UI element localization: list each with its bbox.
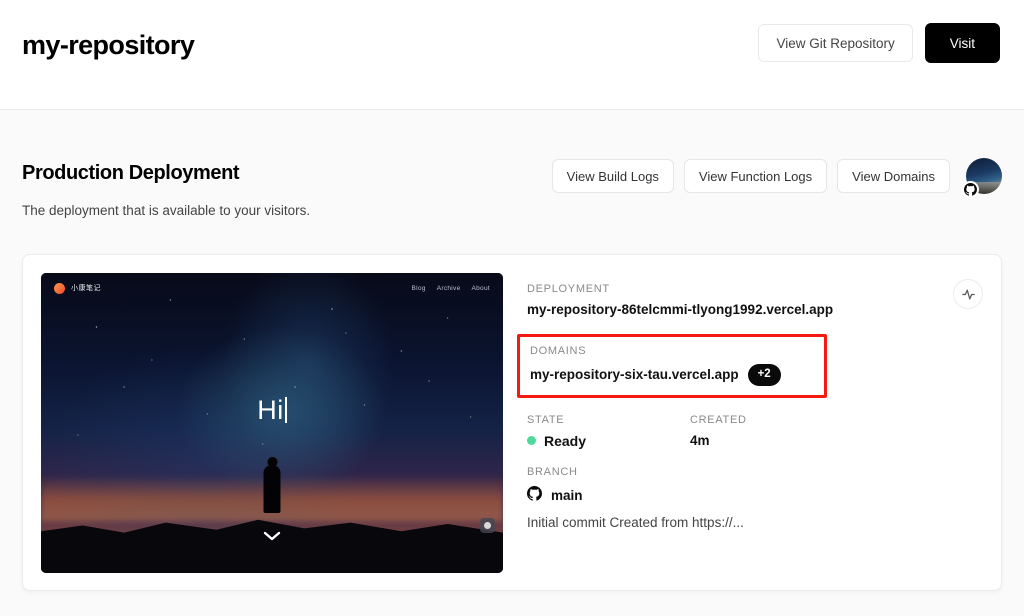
domains-label: DOMAINS bbox=[530, 345, 587, 357]
view-git-repository-button[interactable]: View Git Repository bbox=[758, 24, 913, 62]
deployment-label: DEPLOYMENT bbox=[527, 283, 610, 295]
deployment-preview-thumbnail[interactable]: 小康笔记 Blog Archive About Hi bbox=[41, 273, 503, 573]
preview-nav-link-about: About bbox=[471, 284, 490, 292]
status-badge: Ready bbox=[544, 432, 587, 449]
deployment-url[interactable]: my-repository-86telcmmi-tlyong1992.verce… bbox=[527, 302, 983, 317]
commit-message: Initial commit Created from https://... bbox=[527, 514, 744, 530]
preview-logo-icon bbox=[54, 282, 65, 294]
created-value: 4m bbox=[690, 432, 710, 448]
avatar[interactable] bbox=[962, 158, 1002, 198]
page-header: my-repository View Git Repository Visit bbox=[0, 0, 1024, 110]
github-icon bbox=[962, 181, 979, 198]
preview-typing-caret bbox=[284, 397, 287, 423]
preview-nav-link-blog: Blog bbox=[411, 284, 426, 292]
preview-site-nav: 小康笔记 Blog Archive About bbox=[41, 273, 503, 303]
created-field: CREATED 4m bbox=[690, 414, 747, 449]
section-subtitle: The deployment that is available to your… bbox=[22, 203, 311, 218]
preview-logo-text: 小康笔记 bbox=[71, 285, 101, 292]
branch-row: main bbox=[527, 485, 983, 506]
domain-primary[interactable]: my-repository-six-tau.vercel.app bbox=[530, 367, 739, 382]
deployment-details: DEPLOYMENT my-repository-86telcmmi-tlyon… bbox=[517, 273, 983, 572]
branch-name[interactable]: main bbox=[551, 488, 583, 503]
github-icon bbox=[527, 485, 542, 506]
section-actions: View Build Logs View Function Logs View … bbox=[551, 158, 1002, 198]
preview-nav-links: Blog Archive About bbox=[412, 285, 491, 292]
page-body: Production Deployment The deployment tha… bbox=[0, 110, 1024, 616]
state-value-row: Ready bbox=[527, 433, 690, 449]
view-domains-button[interactable]: View Domains bbox=[837, 159, 950, 193]
deployment-field: DEPLOYMENT my-repository-86telcmmi-tlyon… bbox=[527, 283, 983, 317]
state-label: STATE bbox=[527, 413, 565, 426]
visit-button[interactable]: Visit bbox=[924, 23, 1000, 63]
domains-field-highlight: DOMAINS my-repository-six-tau.vercel.app… bbox=[517, 334, 827, 398]
preview-nav-link-archive: Archive bbox=[436, 284, 461, 292]
state-field: STATE Ready bbox=[527, 414, 690, 449]
preview-person-silhouette bbox=[263, 465, 281, 513]
state-created-row: STATE Ready CREATED 4m bbox=[527, 414, 983, 449]
chevron-down-icon bbox=[262, 529, 282, 547]
production-deployment-card: 小康笔记 Blog Archive About Hi DEPLOYMENT my… bbox=[22, 254, 1002, 591]
preview-media-button[interactable] bbox=[480, 518, 495, 533]
page-title: my-repository bbox=[22, 30, 195, 60]
view-function-logs-button[interactable]: View Function Logs bbox=[683, 159, 828, 193]
branch-field: BRANCH main Initial commit Created from … bbox=[527, 466, 983, 530]
header-actions: View Git Repository Visit bbox=[758, 23, 1000, 63]
production-deployment-section: Production Deployment The deployment tha… bbox=[22, 110, 1002, 218]
activity-icon-button[interactable] bbox=[953, 279, 983, 309]
preview-hero-text: Hi bbox=[41, 395, 503, 426]
branch-label: BRANCH bbox=[527, 465, 578, 478]
view-build-logs-button[interactable]: View Build Logs bbox=[551, 159, 674, 193]
domains-more-badge[interactable]: +2 bbox=[747, 364, 781, 386]
domains-row: my-repository-six-tau.vercel.app +2 bbox=[530, 364, 814, 386]
status-dot-icon bbox=[527, 436, 536, 446]
created-label: CREATED bbox=[690, 413, 747, 426]
